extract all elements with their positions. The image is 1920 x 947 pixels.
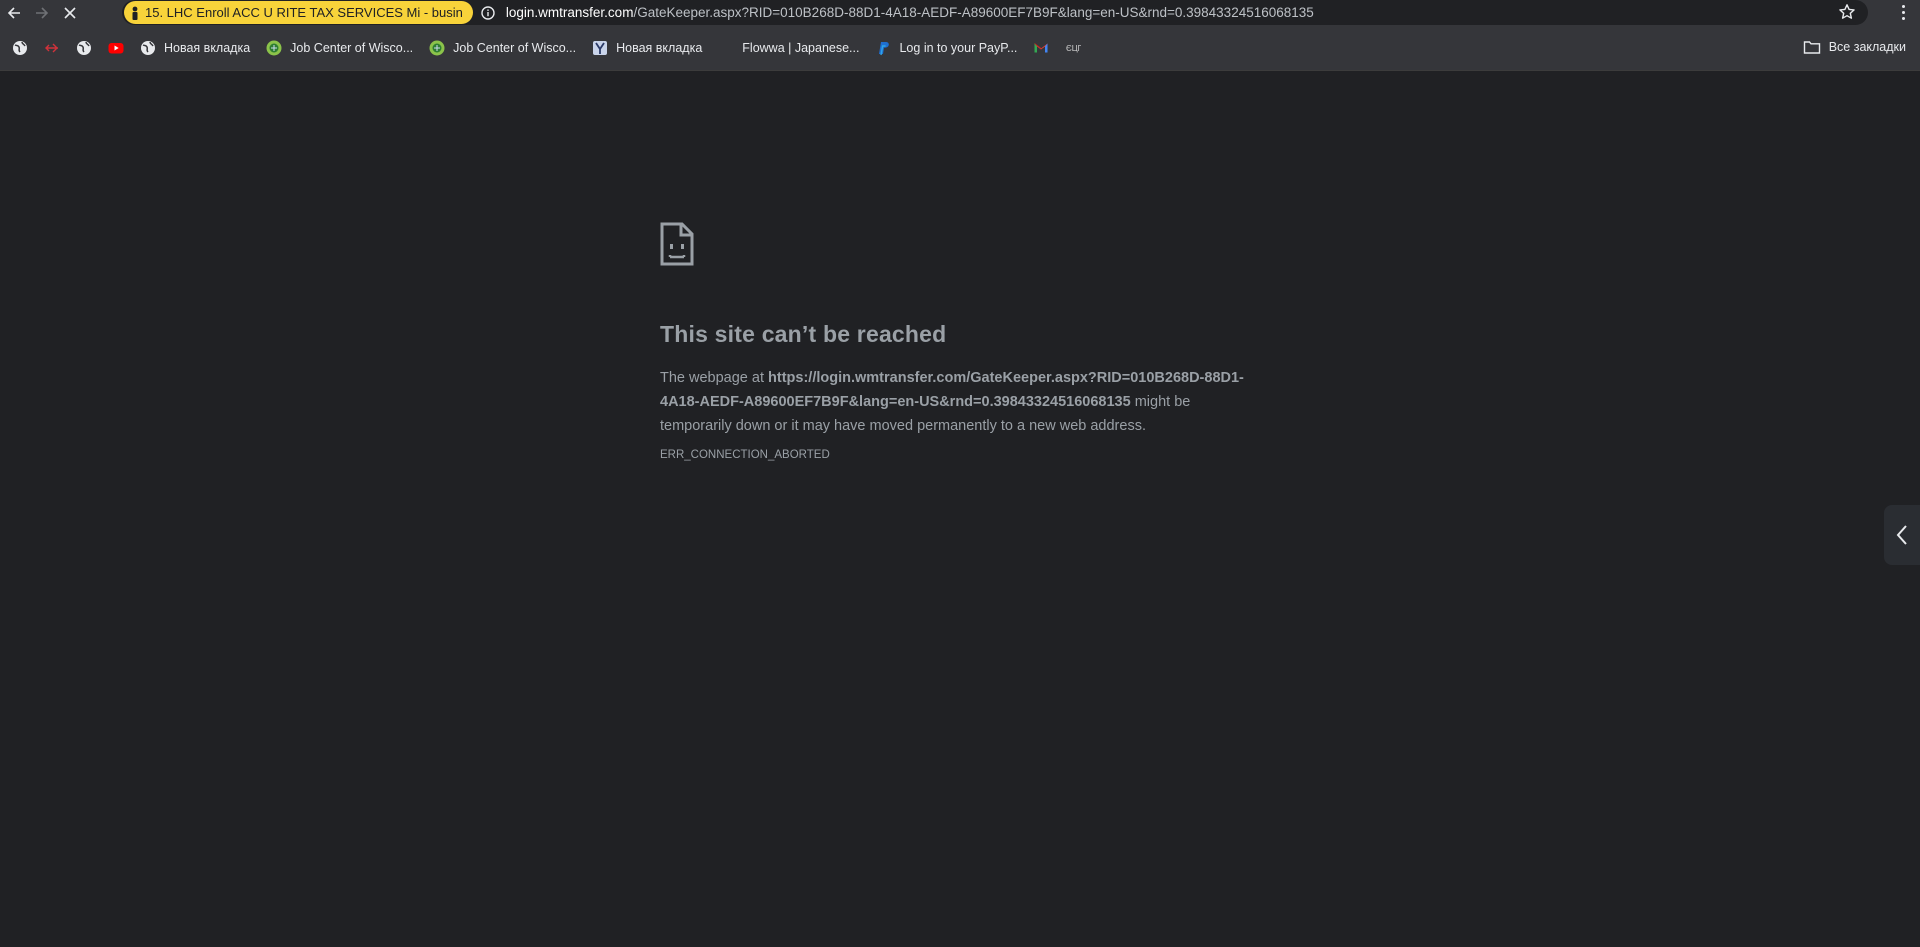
job-center-icon: [266, 40, 282, 56]
bookmark-new-tab-1[interactable]: Новая вкладка: [135, 34, 255, 62]
bookmarks-bar: Новая вкладка Job Center of Wisco... Job…: [0, 25, 1920, 71]
browser-toolbar: 15. LHC Enroll ACC U RITE TAX SERVICES M…: [0, 0, 1920, 25]
globe-icon: [12, 40, 28, 56]
bookmark-ecp[interactable]: ЄЦП: [1060, 34, 1086, 62]
youtube-icon: [108, 40, 124, 56]
address-bar[interactable]: 15. LHC Enroll ACC U RITE TAX SERVICES M…: [122, 0, 1868, 25]
bookmark-3[interactable]: [71, 34, 97, 62]
bookmark-flowwa[interactable]: Flowwa | Japanese...: [713, 34, 864, 62]
person-icon: [132, 6, 138, 20]
menu-icon: [1901, 4, 1905, 8]
bookmark-label: Flowwa | Japanese...: [742, 40, 860, 55]
bookmark-gmail[interactable]: [1028, 34, 1054, 62]
red-arrow-icon: [44, 40, 60, 56]
info-icon: [481, 5, 495, 20]
back-button[interactable]: [0, 0, 28, 25]
chevron-left-icon: [1896, 525, 1907, 545]
url-text[interactable]: login.wmtransfer.com/GateKeeper.aspx?RID…: [506, 5, 1314, 20]
bookmark-label: Job Center of Wisco...: [290, 40, 414, 55]
globe-icon: [76, 40, 92, 56]
job-center-icon: [429, 40, 445, 56]
bookmark-label: Новая вкладка: [164, 40, 251, 55]
all-bookmarks-button[interactable]: Все закладки: [1803, 33, 1906, 61]
back-icon: [7, 6, 20, 19]
bookmark-new-tab-2[interactable]: Новая вкладка: [587, 34, 707, 62]
bookmark-star-button[interactable]: [1838, 3, 1856, 21]
tab-group-chip[interactable]: 15. LHC Enroll ACC U RITE TAX SERVICES M…: [124, 1, 473, 24]
error-title: This site can’t be reached: [660, 321, 947, 347]
bookmark-youtube[interactable]: [103, 34, 129, 62]
tab-group-chip-label: 15. LHC Enroll ACC U RITE TAX SERVICES M…: [145, 5, 463, 20]
paypal-icon: [875, 40, 891, 56]
forward-button[interactable]: [28, 0, 56, 25]
bookmark-label: Job Center of Wisco...: [453, 40, 577, 55]
side-panel-toggle[interactable]: [1884, 505, 1920, 565]
star-icon: [1839, 4, 1855, 19]
bookmark-job-center-1[interactable]: Job Center of Wisco...: [261, 34, 418, 62]
bookmark-paypal[interactable]: Log in to your PayP...: [870, 34, 1022, 62]
bookmark-1[interactable]: [7, 34, 33, 62]
error-code: ERR_CONNECTION_ABORTED: [660, 449, 830, 461]
stop-icon: [64, 6, 76, 19]
browser-menu-button[interactable]: [1894, 2, 1912, 22]
blank-icon: [718, 40, 734, 56]
bookmark-label: Log in to your PayP...: [899, 40, 1018, 55]
error-description: The webpage at https://login.wmtransfer.…: [660, 366, 1250, 438]
y-icon: [592, 40, 608, 56]
all-bookmarks-label: Все закладки: [1828, 40, 1906, 54]
bookmark-job-center-2[interactable]: Job Center of Wisco...: [424, 34, 581, 62]
svg-text:ЄЦП: ЄЦП: [1066, 44, 1081, 53]
error-desc-prefix: The webpage at: [660, 370, 769, 386]
gmail-icon: [1033, 40, 1049, 56]
error-page: This site can’t be reached The webpage a…: [660, 222, 1260, 461]
site-info-button[interactable]: [479, 4, 497, 22]
forward-icon: [36, 6, 49, 19]
sad-page-icon: [660, 222, 694, 266]
folder-icon: [1803, 41, 1820, 54]
ecp-icon: ЄЦП: [1065, 40, 1081, 56]
globe-icon: [140, 40, 156, 56]
bookmark-label: Новая вкладка: [616, 40, 703, 55]
stop-loading-button[interactable]: [56, 0, 84, 25]
url-host: login.wmtransfer.com: [505, 5, 634, 20]
bookmark-2[interactable]: [39, 34, 65, 62]
url-path: /GateKeeper.aspx?RID=010B268D-88D1-4A18-…: [633, 5, 1314, 20]
